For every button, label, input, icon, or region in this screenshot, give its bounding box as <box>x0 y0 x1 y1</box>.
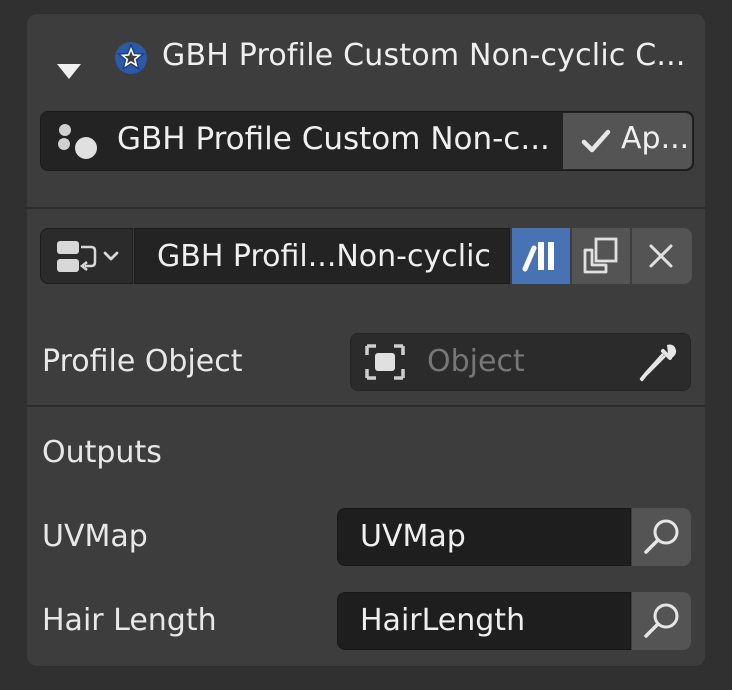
modifier-name: GBH Profile Custom Non-c... <box>117 121 550 157</box>
outputs-section-label: Outputs <box>42 435 162 470</box>
attribute-name-field[interactable]: UVMap <box>337 508 631 566</box>
output-label-uvmap: UVMap <box>42 519 148 554</box>
profile-object-label: Profile Object <box>42 344 243 379</box>
duplicate-icon <box>583 237 618 274</box>
attribute-name: UVMap <box>360 519 466 554</box>
attribute-search-button[interactable] <box>632 592 691 650</box>
modifier-panel: GBH Profile Custom Non-cyclic C... GBH P… <box>27 14 705 666</box>
divider <box>27 405 705 407</box>
panel-header[interactable]: GBH Profile Custom Non-cyclic C... <box>27 14 705 102</box>
search-icon <box>644 519 679 554</box>
close-icon <box>649 244 673 268</box>
profile-object-field[interactable]: Object <box>350 333 691 391</box>
check-icon <box>581 129 611 153</box>
output-attribute-hair-length: HairLength <box>337 592 691 650</box>
node-group-selector: GBH Profil...Non-cyclic <box>40 228 692 284</box>
node-tree-dots-icon <box>58 124 97 159</box>
node-group-browse-button[interactable] <box>40 228 133 284</box>
output-attribute-uvmap: UVMap <box>337 508 691 566</box>
profile-object-placeholder: Object <box>427 344 525 379</box>
apply-button[interactable]: Ap... <box>563 113 692 169</box>
fake-user-icon <box>522 242 554 272</box>
output-label-hair-length: Hair Length <box>42 603 217 638</box>
divider <box>27 207 705 209</box>
attribute-name-field[interactable]: HairLength <box>337 592 631 650</box>
object-icon <box>365 344 405 380</box>
eyedropper-icon[interactable] <box>636 341 680 385</box>
attribute-name: HairLength <box>360 603 526 638</box>
node-group-name-field[interactable]: GBH Profil...Non-cyclic <box>134 228 510 284</box>
duplicate-button[interactable] <box>572 228 630 284</box>
node-group-browse-icon <box>57 241 119 272</box>
unlink-button[interactable] <box>632 228 692 284</box>
fake-user-button[interactable] <box>512 228 570 284</box>
panel-title: GBH Profile Custom Non-cyclic C... <box>162 38 686 73</box>
triangle-down-icon[interactable] <box>57 64 81 79</box>
search-icon <box>644 603 679 638</box>
modifier-name-field[interactable]: GBH Profile Custom Non-c... Ap... <box>40 111 694 171</box>
attribute-search-button[interactable] <box>632 508 691 566</box>
node-group-name: GBH Profil...Non-cyclic <box>157 239 491 274</box>
geometry-nodes-star-icon <box>115 42 147 74</box>
apply-label: Ap... <box>621 121 690 156</box>
